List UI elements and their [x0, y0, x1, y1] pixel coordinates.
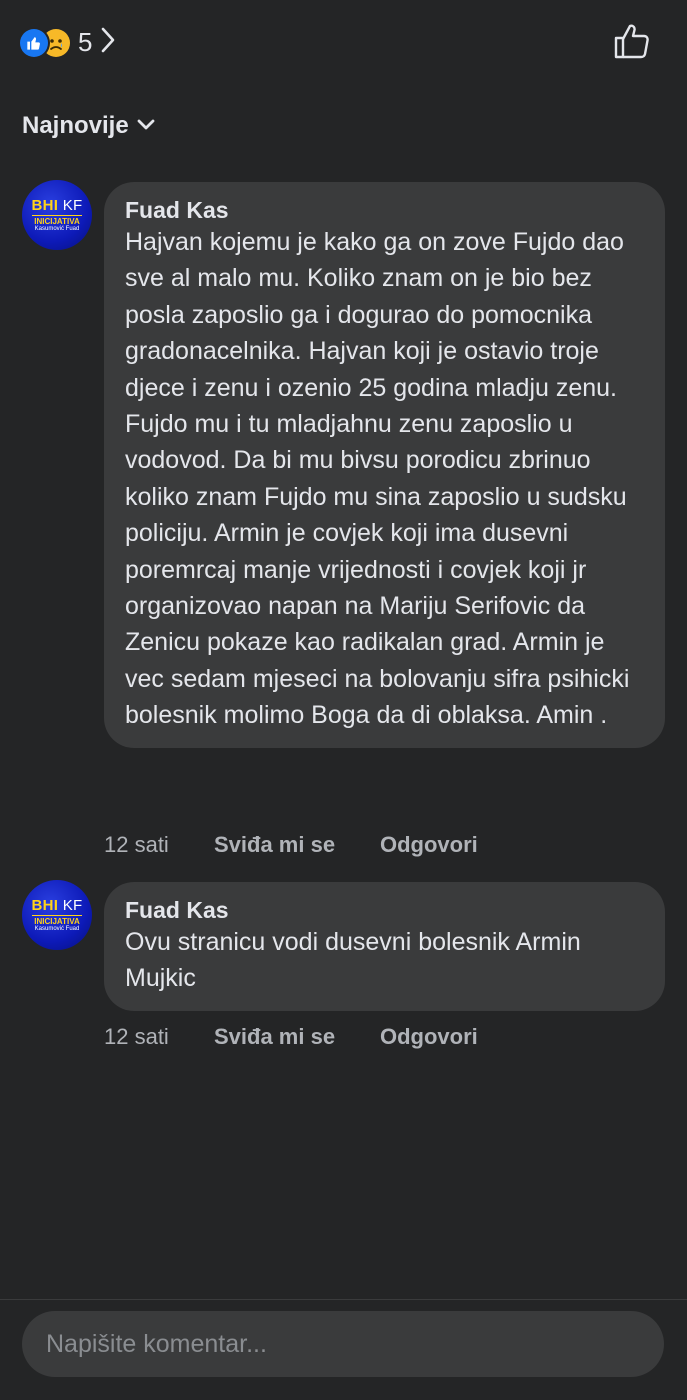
avatar[interactable]: BHI KF INICIJATIVA Kasumović Fuad [22, 880, 92, 950]
avatar[interactable]: BHI KF INICIJATIVA Kasumović Fuad [22, 180, 92, 250]
comment-bubble: Fuad Kas Ovu stranicu vodi dusevni boles… [104, 882, 665, 1011]
thumbs-up-outline-icon [612, 24, 652, 64]
sort-label: Najnovije [22, 112, 129, 139]
avatar-logo-caption: Kasumović Fuad [34, 225, 80, 232]
comment-actions: 12 sati Sviđa mi se Odgovori [104, 1024, 478, 1050]
like-reaction-icon [20, 28, 48, 57]
comment-input[interactable] [44, 1328, 648, 1360]
comment-bubble: Fuad Kas Hajvan kojemu je kako ga on zov… [104, 182, 665, 748]
comment-reply-button[interactable]: Odgovori [380, 832, 478, 858]
comment-timestamp: 12 sati [104, 1024, 169, 1049]
sort-dropdown[interactable]: Najnovije [22, 112, 155, 140]
chevron-down-icon [137, 118, 155, 136]
composer-divider [0, 1299, 687, 1300]
comment-composer[interactable] [22, 1311, 664, 1377]
comment-text: Ovu stranicu vodi dusevni bolesnik Armin… [125, 928, 581, 993]
chevron-right-icon [100, 26, 116, 59]
like-post-button[interactable] [612, 22, 652, 65]
avatar-logo-text: BHI KF [31, 196, 83, 214]
reactions-summary[interactable]: 5 [20, 26, 116, 59]
comment-author[interactable]: Fuad Kas [125, 896, 229, 924]
avatar-logo-subtitle: INICIJATIVA [34, 216, 80, 226]
comment-like-button[interactable]: Sviđa mi se [214, 832, 380, 858]
comment-like-button[interactable]: Sviđa mi se [214, 1024, 380, 1050]
comment-author[interactable]: Fuad Kas [125, 196, 229, 224]
comment-text: Hajvan kojemu je kako ga on zove Fujdo d… [125, 228, 630, 730]
reaction-count: 5 [78, 27, 93, 57]
avatar-logo-text: BHI KF [31, 896, 83, 914]
comment-actions: 12 sati Sviđa mi se Odgovori [104, 832, 478, 858]
reactions-header: 5 [0, 0, 687, 84]
comment-timestamp: 12 sati [104, 832, 169, 857]
avatar-logo-caption: Kasumović Fuad [34, 925, 80, 932]
comment-reply-button[interactable]: Odgovori [380, 1024, 478, 1050]
avatar-logo-subtitle: INICIJATIVA [34, 916, 80, 926]
